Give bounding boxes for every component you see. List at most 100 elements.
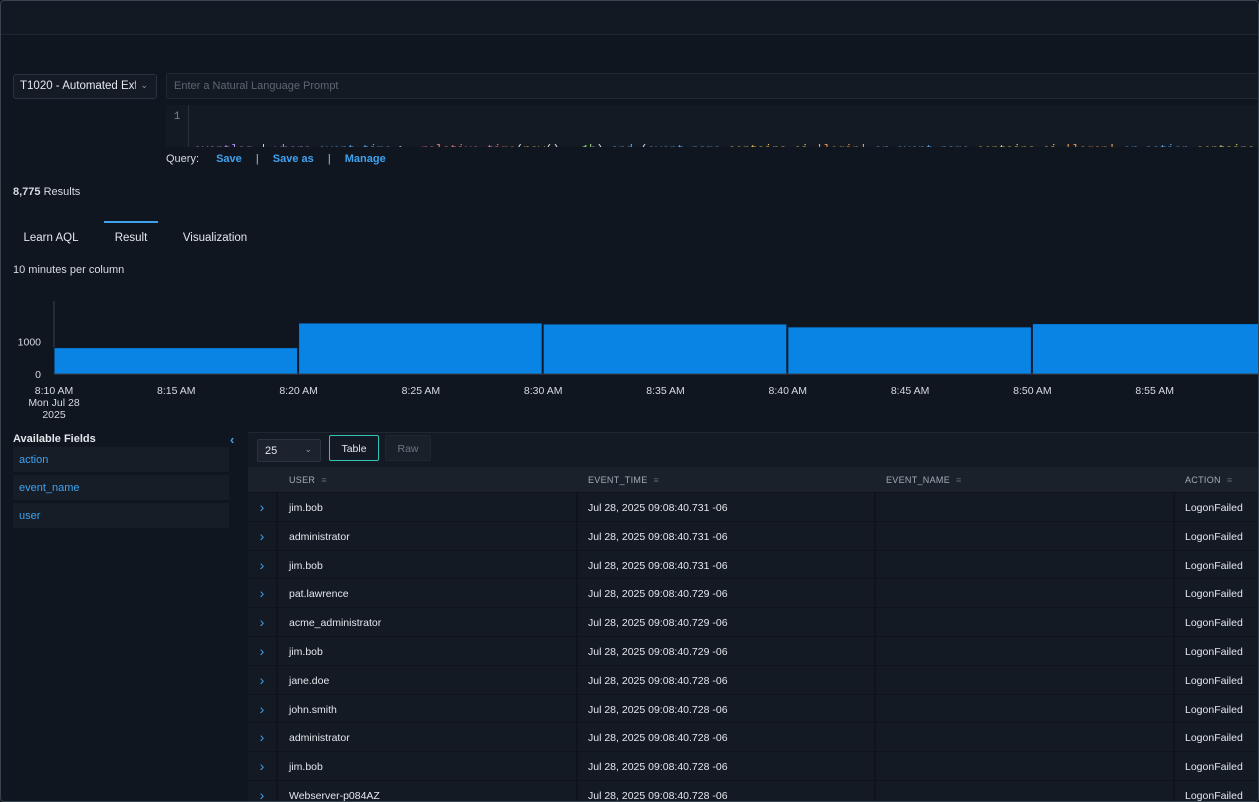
table-row[interactable]: › acme_administrator Jul 28, 2025 09:08:40… <box>248 608 1258 637</box>
top-bar <box>1 1 1258 35</box>
table-row[interactable]: › jim.bob Jul 28, 2025 09:08:40.728 -06 Log… <box>248 752 1258 781</box>
column-header-user[interactable]: USER ≡ <box>289 467 327 493</box>
table-cell-user: acme_administrator <box>281 608 578 637</box>
table-row[interactable]: › john.smith Jul 28, 2025 09:08:40.728 -06… <box>248 694 1258 724</box>
table-cell-event-time: Jul 28, 2025 09:08:40.729 -06 <box>580 608 876 637</box>
table-cell-event-time: Jul 28, 2025 09:08:40.731 -06 <box>580 550 876 580</box>
table-cell-user: jim.bob <box>281 752 578 781</box>
column-header-label: USER <box>289 475 316 485</box>
chevron-right-icon[interactable]: › <box>248 579 278 609</box>
table-cell-user: administrator <box>281 723 578 753</box>
chevron-right-icon[interactable]: › <box>248 550 278 580</box>
code-token: 'login' <box>809 143 875 147</box>
chevron-right-icon[interactable]: › <box>248 493 278 522</box>
code-token: (), <box>545 143 574 147</box>
code-token: ) <box>596 143 611 147</box>
sort-icon[interactable]: ≡ <box>956 475 962 485</box>
table-cell-user: jane.doe <box>281 665 578 695</box>
code-token: -1h <box>574 143 596 147</box>
column-header-label: ACTION <box>1185 475 1221 485</box>
chevron-right-icon[interactable]: › <box>248 608 278 637</box>
table-cell-action: LogonFailed <box>1177 551 1258 580</box>
sort-icon[interactable]: ≡ <box>654 475 660 485</box>
table-cell-action: LogonFailed <box>1177 579 1258 608</box>
table-view-button[interactable]: Table <box>329 435 379 461</box>
chevron-right-icon[interactable]: › <box>248 665 278 695</box>
tab-result[interactable]: Result <box>104 221 158 251</box>
table-cell-user: administrator <box>281 521 578 551</box>
field-item-user[interactable]: user <box>13 503 229 529</box>
table-row[interactable]: › administrator Jul 28, 2025 09:08:40.728 … <box>248 723 1258 753</box>
table-cell-action: LogonFailed <box>1177 695 1258 724</box>
chevron-left-icon[interactable]: ‹ <box>230 432 234 447</box>
natural-language-prompt-input[interactable] <box>166 73 1258 99</box>
y-tick-label: 0 <box>35 369 41 381</box>
chevron-right-icon[interactable]: › <box>248 694 278 724</box>
code-token: | <box>253 143 275 147</box>
query-editor[interactable]: 1 eventlog | where event_time >= relativ… <box>166 105 1258 147</box>
save-link[interactable]: Save <box>216 153 242 165</box>
table-header: USER ≡ EVENT_TIME ≡ EVENT_NAME ≡ ACTION ≡ <box>248 467 1258 493</box>
table-cell-event-time: Jul 28, 2025 09:08:40.728 -06 <box>580 694 876 724</box>
chevron-right-icon[interactable]: › <box>248 636 278 666</box>
code-token: and <box>611 143 633 147</box>
table-row[interactable]: › pat.lawrence Jul 28, 2025 09:08:40.729 -… <box>248 579 1258 609</box>
table-cell-event-name <box>878 493 1175 522</box>
save-as-link[interactable]: Save as <box>273 153 314 165</box>
chevron-right-icon[interactable]: › <box>248 780 278 801</box>
chart-bar <box>1031 323 1258 375</box>
chevron-right-icon[interactable]: › <box>248 752 278 781</box>
results-table: USER ≡ EVENT_TIME ≡ EVENT_NAME ≡ ACTION ≡ › j… <box>248 467 1258 801</box>
table-cell-event-name <box>878 636 1175 666</box>
chevron-right-icon[interactable]: › <box>248 521 278 551</box>
table-row[interactable]: › jim.bob Jul 28, 2025 09:08:40.731 -06 Log… <box>248 550 1258 580</box>
chevron-right-icon[interactable]: › <box>248 723 278 753</box>
table-cell-event-name <box>878 608 1175 637</box>
table-cell-event-time: Jul 28, 2025 09:08:40.728 -06 <box>580 752 876 781</box>
column-header-event-time[interactable]: EVENT_TIME ≡ <box>588 467 659 493</box>
field-item-event-name[interactable]: event_name <box>13 475 229 501</box>
table-row[interactable]: › jim.bob Jul 28, 2025 09:08:40.729 -06 Log… <box>248 636 1258 666</box>
table-cell-action: LogonFailed <box>1177 608 1258 637</box>
column-header-label: EVENT_NAME <box>886 475 951 485</box>
manage-link[interactable]: Manage <box>345 153 386 165</box>
x-tick-label: 8:30 AM <box>524 385 563 397</box>
column-header-event-name[interactable]: EVENT_NAME ≡ <box>886 467 962 493</box>
table-cell-event-time: Jul 28, 2025 09:08:40.728 -06 <box>580 780 876 801</box>
code-token: event_name <box>896 143 969 147</box>
available-fields-title: Available Fields <box>13 433 96 445</box>
y-tick-label: 1000 <box>18 337 42 349</box>
column-header-action[interactable]: ACTION ≡ <box>1185 467 1232 493</box>
table-body: › jim.bob Jul 28, 2025 09:08:40.731 -06 Log… <box>248 493 1258 801</box>
table-cell-event-time: Jul 28, 2025 09:08:40.729 -06 <box>580 579 876 609</box>
table-row[interactable]: › jim.bob Jul 28, 2025 09:08:40.731 -06 Log… <box>248 493 1258 522</box>
saved-query-dropdown[interactable]: T1020 - Automated Exfi ⌄ <box>13 74 157 99</box>
table-row[interactable]: › administrator Jul 28, 2025 09:08:40.731 … <box>248 521 1258 551</box>
sort-icon[interactable]: ≡ <box>321 475 327 485</box>
table-row[interactable]: › Webserver-p084AZ Jul 28, 2025 09:08:40.7… <box>248 780 1258 801</box>
table-cell-action: LogonFailed <box>1177 637 1258 666</box>
raw-view-button[interactable]: Raw <box>385 435 431 461</box>
query-code[interactable]: eventlog | where event_time >= relative_… <box>194 109 1258 147</box>
results-panel: 25 ⌄ Table Raw USER ≡ EVENT_TIME ≡ EVENT_N… <box>248 432 1258 801</box>
table-cell-event-name <box>878 723 1175 753</box>
table-cell-event-time: Jul 28, 2025 09:08:40.729 -06 <box>580 636 876 666</box>
x-tick-label: 8:20 AM <box>279 385 318 397</box>
field-item-action[interactable]: action <box>13 447 229 473</box>
code-token: >= <box>392 143 421 147</box>
table-cell-event-time: Jul 28, 2025 09:08:40.728 -06 <box>580 665 876 695</box>
query-actions: Query: Save | Save as | Manage <box>166 153 386 165</box>
chart-bar <box>298 322 543 375</box>
page-size-select[interactable]: 25 ⌄ <box>257 439 321 462</box>
results-number: 8,775 <box>13 186 41 198</box>
code-token: eventlog <box>194 143 253 147</box>
line-number: 1 <box>173 111 181 123</box>
tab-visualization[interactable]: Visualization <box>179 221 251 251</box>
tab-learn-aql[interactable]: Learn AQL <box>13 221 89 251</box>
saved-query-value: T1020 - Automated Exfi <box>20 80 136 92</box>
code-token: or <box>1123 143 1138 147</box>
table-row[interactable]: › jane.doe Jul 28, 2025 09:08:40.728 -06 Lo… <box>248 665 1258 695</box>
sort-icon[interactable]: ≡ <box>1227 475 1233 485</box>
code-token: where <box>274 143 311 147</box>
